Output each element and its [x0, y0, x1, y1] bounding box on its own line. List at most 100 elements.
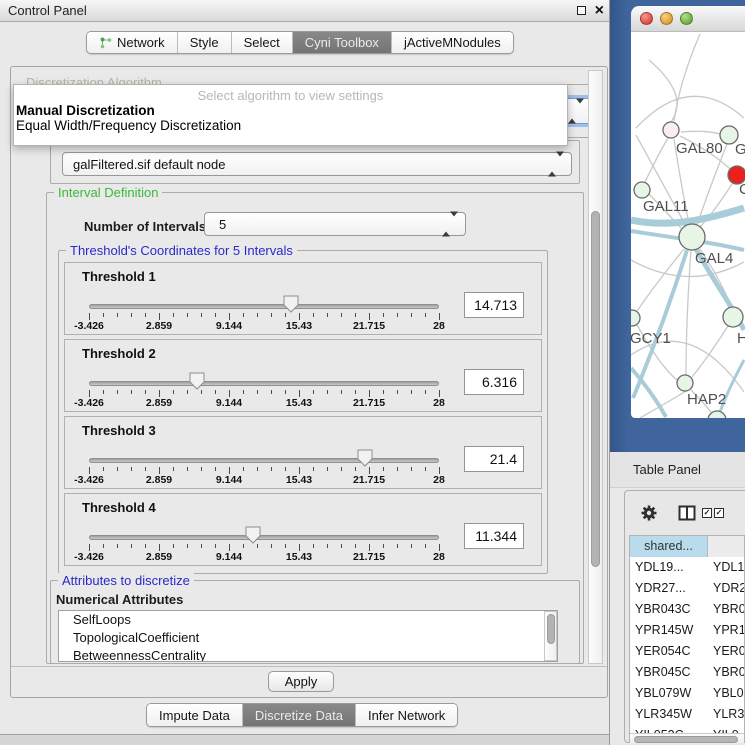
slider-tick-label: 2.859	[133, 551, 185, 563]
threshold-box-4: Threshold 4-3.4262.8599.14415.4321.71528…	[64, 493, 542, 566]
column-split-icon[interactable]	[678, 505, 696, 521]
table-row[interactable]: YPR145WYPR1	[630, 620, 744, 641]
threshold-value-field[interactable]: 21.4	[464, 446, 524, 472]
cell-name: YDL1	[713, 560, 744, 574]
tab-cyni-toolbox[interactable]: Cyni Toolbox	[292, 32, 391, 53]
slider-tick	[229, 544, 230, 551]
attributes-list-scrollbar[interactable]	[544, 611, 557, 661]
slider-tick	[215, 390, 216, 394]
slider-tick	[383, 313, 384, 317]
table-row[interactable]: YBL079WYBL0	[630, 683, 744, 704]
content-scrollbar[interactable]	[588, 70, 603, 664]
slider-tick	[117, 467, 118, 471]
network-canvas[interactable]: GAL80G.CGAL11GAL4GCY1HHAP2	[631, 32, 745, 418]
attribute-item-betweennesscentrality[interactable]: BetweennessCentrality	[59, 647, 557, 662]
algorithm-option-equal-width-frequency-discretization[interactable]: Equal Width/Frequency Discretization	[16, 118, 241, 133]
traffic-light-close[interactable]	[640, 12, 653, 25]
tab-select[interactable]: Select	[231, 32, 292, 53]
network-node[interactable]	[663, 122, 679, 138]
table-row[interactable]: YBR043CYBR0	[630, 599, 744, 620]
close-icon[interactable]: ×	[595, 0, 604, 22]
network-node[interactable]	[631, 310, 640, 326]
slider-tick	[369, 390, 370, 397]
slider-tick-label: 9.144	[203, 320, 255, 332]
number-of-intervals-combo[interactable]: 5	[204, 212, 466, 236]
threshold-slider-track[interactable]	[89, 535, 439, 540]
content-separator	[11, 666, 607, 667]
node-attribute-table[interactable]: shared... na YDL19...YDL1YDR27...YDR2YBR…	[629, 535, 745, 743]
slider-tick	[187, 390, 188, 394]
attribute-item-topologicalcoefficient[interactable]: TopologicalCoefficient	[59, 629, 557, 647]
traffic-light-minimize[interactable]	[660, 12, 673, 25]
traffic-light-zoom[interactable]	[680, 12, 693, 25]
tab-network[interactable]: Network	[87, 32, 177, 53]
threshold-label: Threshold 4	[82, 500, 156, 515]
cell-name: YER0	[713, 644, 745, 658]
float-window-icon[interactable]	[577, 6, 586, 15]
slider-tick	[397, 467, 398, 471]
network-edge	[692, 326, 728, 377]
threshold-slider-thumb[interactable]	[245, 526, 261, 544]
table-horizontal-scrollbar[interactable]	[630, 733, 744, 743]
slider-tick	[159, 467, 160, 474]
tab-discretize-data[interactable]: Discretize Data	[242, 704, 355, 726]
network-edge	[674, 34, 700, 121]
slider-tick	[285, 467, 286, 471]
tab-style[interactable]: Style	[177, 32, 231, 53]
column-header-name[interactable]: na	[708, 536, 745, 557]
algorithm-option-manual-discretization[interactable]: Manual Discretization	[16, 103, 155, 118]
threshold-slider-thumb[interactable]	[189, 372, 205, 390]
slider-tick	[299, 467, 300, 474]
table-row[interactable]: YBR045CYBR0	[630, 662, 744, 683]
slider-tick	[327, 467, 328, 471]
tab-jactivemnodules[interactable]: jActiveMNodules	[391, 32, 513, 53]
table-row[interactable]: YER054CYER0	[630, 641, 744, 662]
slider-tick	[411, 467, 412, 471]
tab-label: Network	[117, 35, 165, 50]
threshold-value-field[interactable]: 11.344	[464, 523, 524, 549]
network-node[interactable]	[723, 307, 743, 327]
table-row[interactable]: YDR27...YDR2	[630, 578, 744, 599]
network-window-titlebar[interactable]	[631, 6, 745, 32]
select-columns-icon-2[interactable]: ✓	[714, 508, 724, 518]
slider-tick	[159, 313, 160, 320]
tab-label: Select	[244, 35, 280, 50]
network-node[interactable]	[679, 224, 705, 250]
slider-tick	[159, 390, 160, 397]
slider-tick	[201, 467, 202, 471]
tab-infer-network[interactable]: Infer Network	[355, 704, 457, 726]
threshold-slider-track[interactable]	[89, 304, 439, 309]
network-node[interactable]	[634, 182, 650, 198]
table-data-combo[interactable]: galFiltered.sif default node	[62, 152, 572, 176]
tab-label: Infer Network	[368, 708, 445, 723]
slider-tick	[425, 313, 426, 317]
threshold-slider-thumb[interactable]	[283, 295, 299, 313]
table-row[interactable]: YLR345WYLR3	[630, 704, 744, 725]
attribute-item-selfloops[interactable]: SelfLoops	[59, 611, 557, 629]
threshold-label: Threshold 3	[82, 423, 156, 438]
cell-shared-name: YBR045C	[635, 665, 691, 679]
numerical-attributes-list[interactable]: SelfLoopsTopologicalCoefficientBetweenne…	[58, 610, 558, 662]
threshold-slider-track[interactable]	[89, 381, 439, 386]
network-node[interactable]	[677, 375, 693, 391]
slider-tick	[439, 467, 440, 474]
threshold-slider-track[interactable]	[89, 458, 439, 463]
table-row[interactable]: YDL19...YDL1	[630, 557, 744, 578]
combo-stepper-icon	[568, 104, 584, 119]
slider-tick	[257, 467, 258, 471]
select-columns-icon[interactable]: ✓	[702, 508, 712, 518]
slider-tick	[89, 313, 90, 320]
apply-button[interactable]: Apply	[268, 671, 334, 692]
column-header-shared-name[interactable]: shared...	[630, 536, 708, 557]
threshold-slider-thumb[interactable]	[357, 449, 373, 467]
node-label-h: H	[737, 330, 745, 347]
settings-gear-icon[interactable]	[640, 504, 658, 522]
table-data-combo-value: galFiltered.sif default node	[73, 157, 225, 172]
slider-tick	[103, 390, 104, 394]
threshold-value-field[interactable]: 6.316	[464, 369, 524, 395]
tab-impute-data[interactable]: Impute Data	[147, 704, 242, 726]
threshold-value-field[interactable]: 14.713	[464, 292, 524, 318]
table-panel-title: Table Panel	[633, 462, 701, 477]
slider-tick	[397, 390, 398, 394]
slider-tick	[271, 467, 272, 471]
